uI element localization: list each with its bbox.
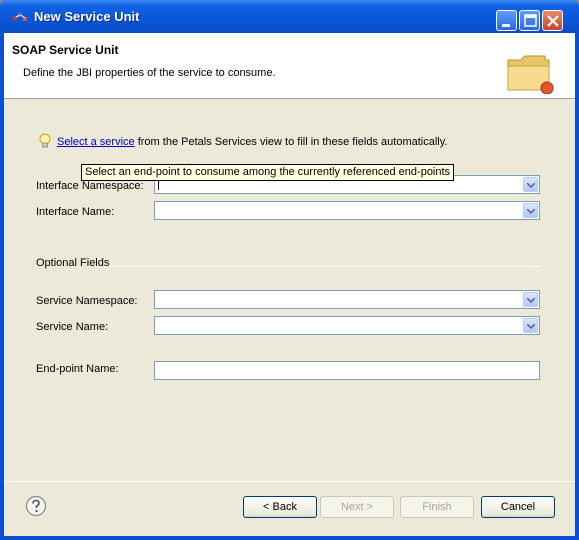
interface-namespace-label: Interface Namespace: — [36, 180, 144, 192]
finish-button[interactable]: Finish — [400, 496, 474, 518]
endpoint-tooltip: Select an end-point to consume among the… — [81, 164, 455, 181]
back-button[interactable]: < Back — [243, 496, 317, 518]
close-button[interactable] — [542, 10, 563, 31]
interface-name-dropdown-button[interactable] — [523, 203, 538, 218]
wizard-window: New Service Unit SOAP Service Unit Defin… — [0, 0, 579, 540]
chevron-down-icon — [527, 209, 535, 214]
title-bar[interactable]: New Service Unit — [0, 0, 579, 33]
wizard-banner: SOAP Service Unit Define the JBI propert… — [4, 33, 575, 99]
maximize-icon — [524, 14, 537, 27]
service-name-combo[interactable] — [154, 316, 540, 335]
interface-name-combo[interactable] — [154, 201, 540, 220]
service-name-label: Service Name: — [36, 321, 109, 333]
folder-icon — [507, 55, 554, 94]
minimize-button[interactable] — [496, 10, 517, 31]
service-namespace-dropdown-button[interactable] — [523, 292, 538, 307]
lightbulb-icon — [39, 133, 51, 148]
petals-wizard-icon — [13, 13, 27, 21]
service-namespace-label: Service Namespace: — [36, 295, 138, 307]
endpoint-name-input[interactable] — [154, 361, 540, 380]
close-icon — [547, 15, 559, 27]
hint-text: Select a service from the Petals Service… — [57, 136, 447, 148]
select-service-link[interactable]: Select a service — [57, 136, 135, 148]
banner-title: SOAP Service Unit — [12, 43, 119, 57]
hint-rest-text: from the Petals Services view to fill in… — [134, 136, 448, 148]
maximize-button[interactable] — [519, 10, 540, 31]
interface-name-label: Interface Name: — [36, 206, 115, 218]
service-namespace-combo[interactable] — [154, 290, 540, 309]
footer-separator — [4, 481, 575, 482]
endpoint-name-label: End-point Name: — [36, 363, 119, 375]
banner-description: Define the JBI properties of the service… — [23, 67, 276, 79]
cancel-button[interactable]: Cancel — [481, 496, 555, 518]
optional-fields-separator — [112, 266, 540, 267]
chevron-down-icon — [527, 183, 535, 188]
chevron-down-icon — [527, 324, 535, 329]
next-button[interactable]: Next > — [320, 496, 394, 518]
help-icon[interactable] — [25, 495, 47, 517]
interface-namespace-dropdown-button[interactable] — [523, 177, 538, 192]
optional-fields-label: Optional Fields — [36, 257, 110, 269]
window-title: New Service Unit — [34, 9, 140, 24]
minimize-icon — [502, 24, 510, 27]
chevron-down-icon — [527, 298, 535, 303]
wizard-client-area: SOAP Service Unit Define the JBI propert… — [4, 33, 575, 536]
service-name-dropdown-button[interactable] — [523, 318, 538, 333]
